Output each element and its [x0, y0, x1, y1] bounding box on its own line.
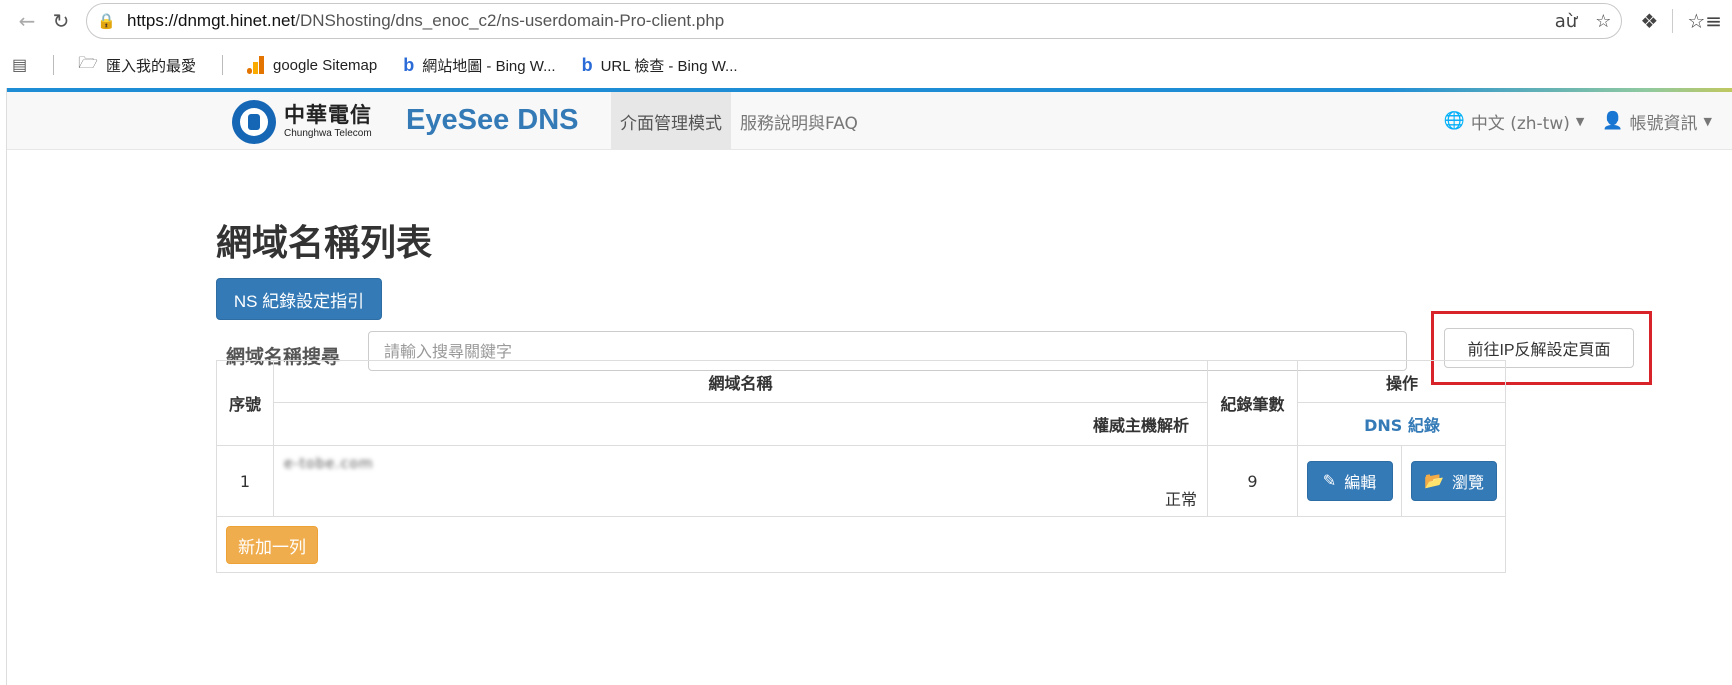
language-label: 中文 (zh-tw): [1470, 113, 1570, 134]
browser-toolbar: ← ↻ 🔒 https://dnmgt.hinet.net/DNShosting…: [0, 0, 1732, 42]
bookmark-label: google Sitemap: [272, 56, 378, 74]
header-actions: 操作: [1298, 361, 1506, 403]
header-records: 紀錄筆數: [1208, 361, 1298, 446]
add-row-button[interactable]: 新加一列: [226, 526, 318, 564]
row-domain-cell: e-tobe.com 正常: [274, 446, 1208, 517]
bookmark-label: 網站地圖 - Bing W...: [422, 57, 556, 75]
back-arrow-icon[interactable]: ←: [10, 4, 44, 38]
row-records-count: 9: [1208, 446, 1298, 517]
header-auth-dns: 權威主機解析: [274, 403, 1208, 446]
caret-down-icon: ▼: [1703, 114, 1712, 128]
folder-open-icon: 📂: [1424, 473, 1444, 490]
ns-guide-button[interactable]: NS 紀錄設定指引: [216, 278, 382, 320]
header-dns-records: DNS 紀錄: [1298, 403, 1506, 446]
language-dropdown[interactable]: 🌐 中文 (zh-tw) ▼: [1444, 109, 1585, 134]
reload-icon[interactable]: ↻: [44, 4, 78, 38]
bing-icon: b: [581, 54, 593, 75]
logo-text-en: Chunghwa Telecom: [284, 128, 372, 139]
row-index: 1: [217, 446, 274, 517]
edit-button[interactable]: ✎ 編輯: [1306, 461, 1393, 501]
bookmark-import-favorites[interactable]: 🗁 匯入我的最愛: [78, 52, 196, 79]
bing-icon: b: [403, 54, 415, 75]
nav-service-faq[interactable]: 服務說明與FAQ: [731, 92, 867, 150]
globe-icon: 🌐: [1443, 111, 1465, 131]
tab-actions-icon[interactable]: ▤: [12, 55, 27, 75]
row-browse-cell: 📂 瀏覽: [1402, 446, 1506, 517]
page-title: 網域名稱列表: [216, 223, 433, 264]
toolbar-divider: [1672, 9, 1674, 33]
bookmark-label: URL 檢查 - Bing W...: [600, 57, 738, 75]
header-domain: 網域名稱: [274, 361, 1208, 403]
extensions-icon[interactable]: ❖: [1640, 9, 1658, 33]
browse-button[interactable]: 📂 瀏覽: [1411, 461, 1497, 501]
add-row-cell: 新加一列: [217, 517, 1506, 573]
google-analytics-icon: [246, 56, 265, 74]
row-domain-name[interactable]: e-tobe.com: [284, 456, 374, 472]
site-navbar: 中華電信 Chunghwa Telecom EyeSee DNS 介面管理模式 …: [7, 92, 1732, 150]
bookmark-bing-url-check[interactable]: b URL 檢查 - Bing W...: [582, 55, 738, 76]
bookmarks-bar: ▤ 🗁 匯入我的最愛 google Sitemap b 網站地圖 - Bing …: [0, 42, 1732, 88]
address-bar[interactable]: 🔒 https://dnmgt.hinet.net/DNShosting/dns…: [86, 3, 1623, 39]
cht-logo[interactable]: 中華電信 Chunghwa Telecom: [232, 100, 372, 144]
bookmarks-divider: [53, 55, 55, 75]
user-icon: 👤: [1602, 111, 1624, 131]
cht-logo-icon: [232, 100, 276, 144]
row-status: 正常: [1164, 490, 1197, 509]
bookmark-label: 匯入我的最愛: [105, 57, 196, 75]
main-content: 網域名稱列表 NS 紀錄設定指引 網域名稱搜尋 前往IP反解設定頁面: [216, 214, 1652, 385]
read-aloud-icon[interactable]: aừ: [1555, 11, 1577, 32]
url-host: https://dnmgt.hinet.net: [127, 11, 296, 30]
account-label: 帳號資訊: [1629, 113, 1698, 134]
logo-text-zh: 中華電信: [284, 103, 372, 127]
pencil-icon: ✎: [1322, 473, 1337, 490]
url-path: /DNShosting/dns_enoc_c2/ns-userdomain-Pr…: [295, 11, 725, 30]
account-dropdown[interactable]: 👤 帳號資訊 ▼: [1602, 109, 1712, 134]
row-edit-cell: ✎ 編輯: [1298, 446, 1402, 517]
bookmark-google-sitemap[interactable]: google Sitemap: [246, 56, 378, 74]
bookmarks-divider: [221, 55, 223, 75]
caret-down-icon: ▼: [1575, 114, 1585, 128]
url-text[interactable]: https://dnmgt.hinet.net/DNShosting/dns_e…: [127, 11, 1555, 31]
domain-table: 序號 網域名稱 權威主機解析 紀錄筆數 操作 DNS 紀錄 1 e-tobe.c…: [216, 360, 1506, 573]
favorite-star-icon[interactable]: ☆: [1595, 11, 1611, 32]
folder-import-icon: 🗁: [78, 54, 98, 72]
brand-title[interactable]: EyeSee DNS: [406, 104, 579, 137]
edit-label: 編輯: [1344, 475, 1377, 492]
favorites-list-icon[interactable]: ☆≡: [1687, 9, 1722, 33]
lock-icon[interactable]: 🔒: [97, 12, 117, 30]
nav-interface-mode[interactable]: 介面管理模式: [611, 92, 731, 150]
header-index: 序號: [217, 361, 274, 446]
bookmark-bing-sitemap[interactable]: b 網站地圖 - Bing W...: [403, 55, 555, 76]
browse-label: 瀏覽: [1451, 475, 1484, 492]
